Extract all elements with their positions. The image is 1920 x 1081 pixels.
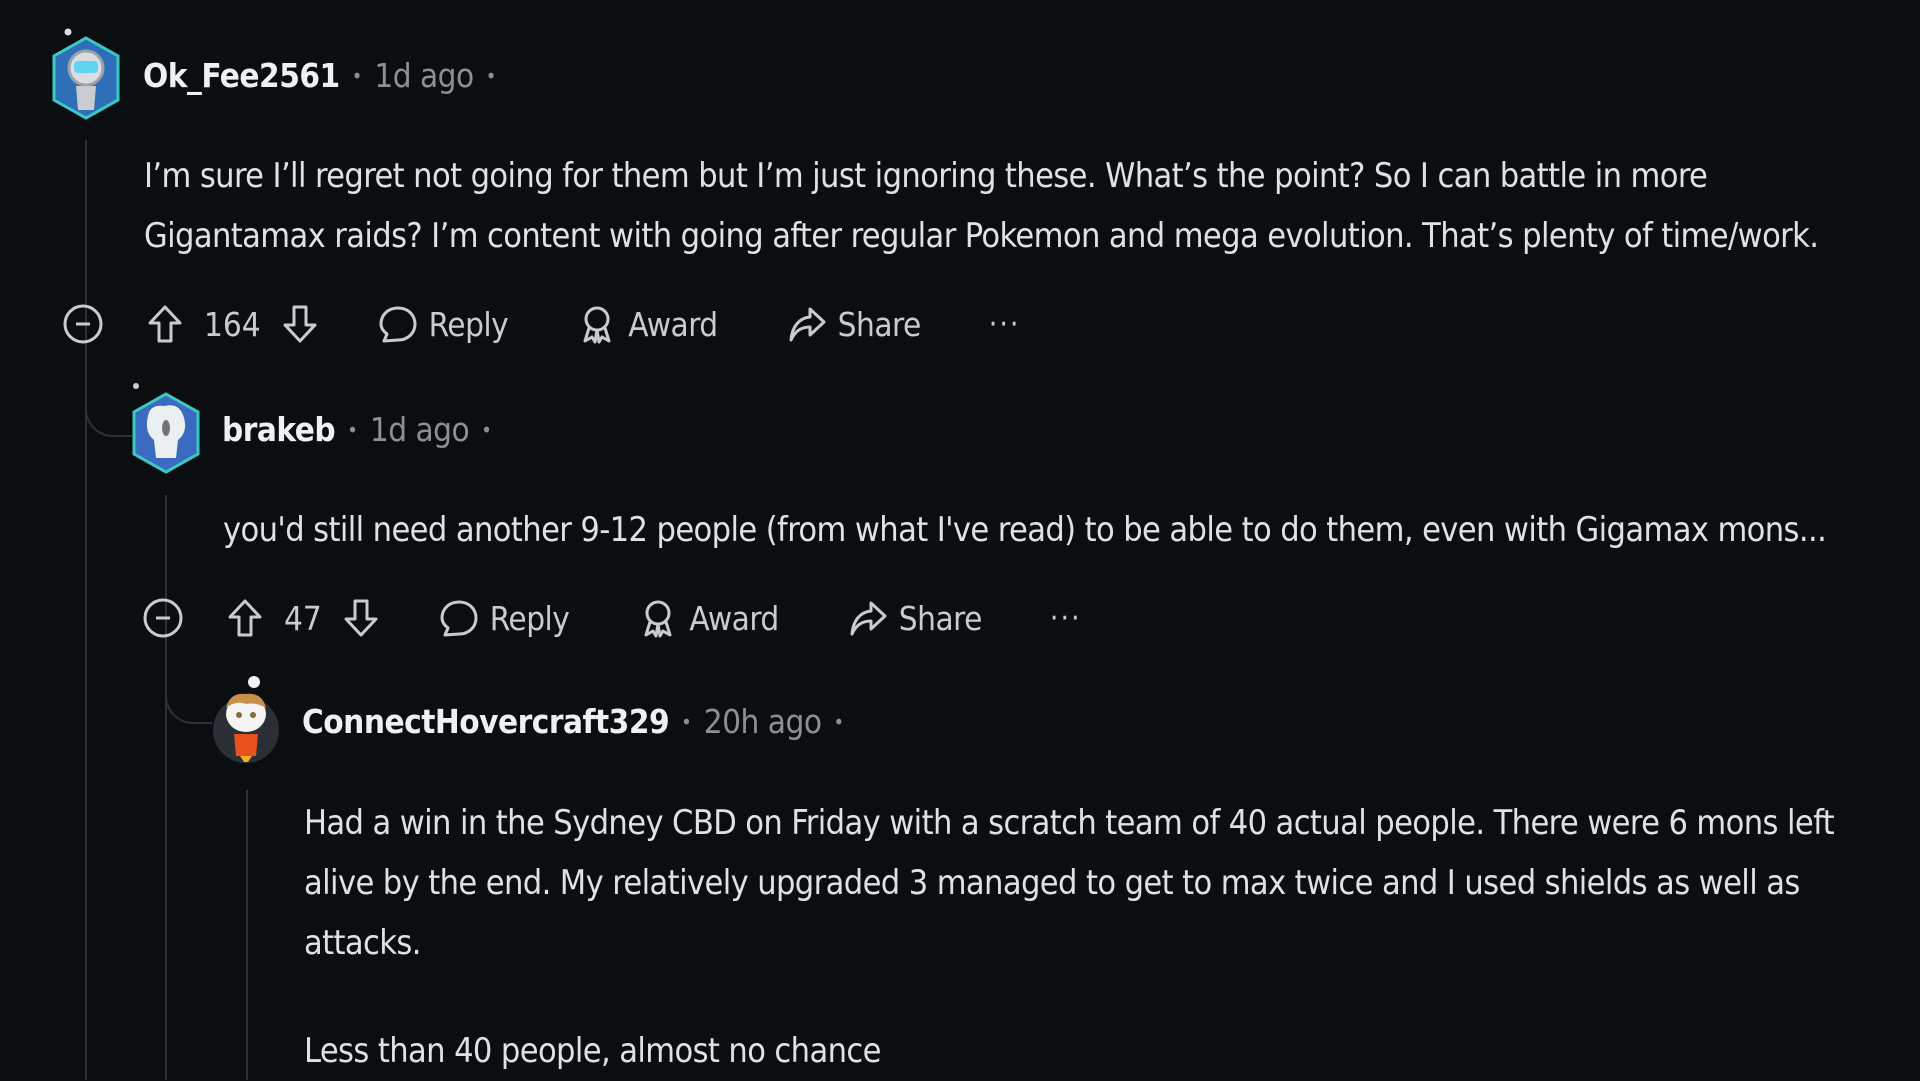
reply-button[interactable]: Reply [377,303,509,345]
comment-meta: ConnectHovercraft329 • 20h ago • [302,702,856,741]
comment-line [304,973,1834,1021]
downvote-arrow-icon [283,305,317,343]
comment-meta: brakeb • 1d ago • [222,410,504,449]
comment-line: Gigantamax raids? I’m content with going… [144,216,1819,256]
share-button[interactable]: Share [847,597,982,639]
comment-line: attacks. [304,923,421,963]
separator-dot: • [351,63,363,88]
award-button[interactable]: Award [576,303,718,345]
comment-actions: 164 Reply Award Share ··· [62,294,1021,354]
collapse-minus-icon [63,304,103,344]
award-button[interactable]: Award [637,597,779,639]
share-arrow-icon [850,601,887,636]
separator-dot: • [347,417,358,442]
separator-dot: • [481,417,492,442]
share-button[interactable]: Share [786,303,921,345]
comment-body: Had a win in the Sydney CBD on Friday wi… [304,793,1835,1081]
upvote-arrow-icon [148,305,182,343]
reply-connector [165,682,212,724]
thread-line-3[interactable] [246,790,248,1080]
award-label: Award [628,304,718,344]
award-label: Award [689,598,779,638]
collapse-button[interactable] [142,597,184,639]
reply-button[interactable]: Reply [438,597,570,639]
downvote-arrow-icon [344,599,378,637]
share-arrow-icon [789,307,826,342]
separator-dot: • [833,709,845,734]
collapse-minus-icon [143,598,183,638]
comment-body: you'd still need another 9-12 people (fr… [223,500,1827,560]
user-avatar[interactable] [48,28,124,120]
thread-line-1[interactable] [85,140,87,1080]
snoo-avatar-icon [213,676,279,763]
comment-line: I’m sure I’ll regret not going for them … [144,156,1708,196]
comment-actions: 47 Reply Award Share ··· [142,588,1082,648]
share-label: Share [898,598,983,638]
comment-meta: Ok_Fee2561 • 1d ago • [143,56,508,95]
separator-dot: • [485,63,497,88]
robot-hex-avatar-icon [52,28,120,120]
username-link[interactable]: brakeb [222,410,336,449]
comment-body: I’m sure I’ll regret not going for them … [144,146,1819,266]
comment-bubble-icon [379,306,417,343]
separator-dot: • [681,709,692,734]
upvote-button[interactable] [144,303,186,345]
timestamp[interactable]: 20h ago [704,702,822,741]
user-avatar[interactable] [208,672,284,764]
more-options-button[interactable]: ··· [989,307,1021,342]
share-label: Share [837,304,922,344]
vote-score: 47 [284,598,322,638]
timestamp[interactable]: 1d ago [374,56,474,95]
comment-line: you'd still need another 9-12 people (fr… [223,510,1827,550]
downvote-button[interactable] [279,303,321,345]
timestamp[interactable]: 1d ago [370,410,470,449]
comment-line: Less than 40 people, almost no chance [304,1031,881,1071]
upvote-button[interactable] [224,597,266,639]
vote-score: 164 [204,304,261,344]
award-ribbon-icon [583,306,611,344]
thread-line-2[interactable] [165,495,167,1080]
reply-connector [85,395,132,437]
reply-label: Reply [489,598,570,638]
username-link[interactable]: Ok_Fee2561 [143,56,340,95]
more-options-button[interactable]: ··· [1050,601,1082,636]
downvote-button[interactable] [340,597,382,639]
comment-line: Had a win in the Sydney CBD on Friday wi… [304,803,1835,843]
upvote-arrow-icon [228,599,262,637]
reply-label: Reply [428,304,509,344]
user-avatar[interactable] [128,382,204,474]
collapse-button[interactable] [62,303,104,345]
comment-bubble-icon [440,600,478,637]
award-ribbon-icon [644,600,672,638]
comment-line: alive by the end. My relatively upgraded… [304,863,1800,903]
skull-hex-avatar-icon [132,383,200,474]
username-link[interactable]: ConnectHovercraft329 [302,702,670,741]
